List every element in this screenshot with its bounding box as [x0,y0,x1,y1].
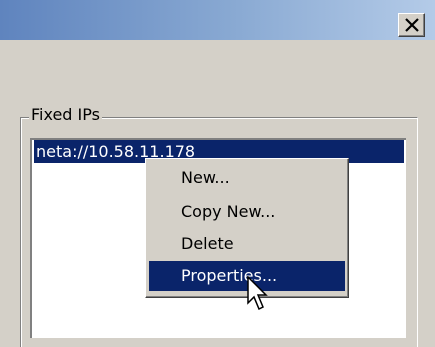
mouse-pointer-icon [247,276,268,311]
close-button[interactable] [398,13,425,37]
close-x-icon [405,18,419,32]
dialog-titlebar [0,0,435,40]
menu-item-copy-new[interactable]: Copy New... [149,197,345,227]
fixed-ips-group-label: Fixed IPs [29,105,102,125]
menu-item-new[interactable]: New... [149,163,345,193]
menu-item-delete[interactable]: Delete [149,229,345,259]
